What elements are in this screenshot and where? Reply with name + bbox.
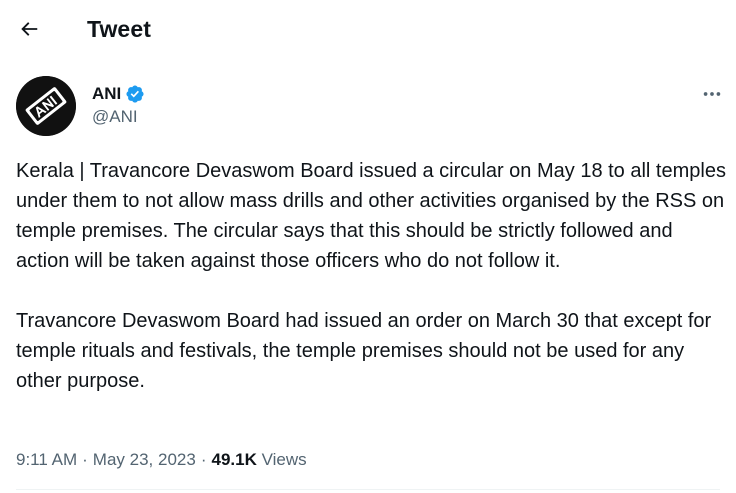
tweet-time[interactable]: 9:11 AM (16, 450, 77, 469)
more-dots-icon (703, 92, 721, 96)
tweet-text: Kerala | Travancore Devaswom Board issue… (16, 156, 728, 396)
author-row: ANI (92, 82, 145, 106)
tweet-paragraph: Kerala | Travancore Devaswom Board issue… (16, 160, 726, 272)
tweet-paragraph: Travancore Devaswom Board had issued an … (16, 310, 712, 392)
meta-separator: · (82, 450, 88, 469)
views-count: 49.1K (211, 450, 257, 469)
tweet-date[interactable]: May 23, 2023 (93, 450, 196, 469)
page-title: Tweet (87, 16, 151, 42)
author-handle[interactable]: @ANI (92, 106, 138, 128)
ani-logo-icon (16, 76, 76, 136)
avatar[interactable] (16, 76, 76, 136)
more-options-button[interactable] (697, 82, 727, 106)
tweet-meta: 9:11 AM · May 23, 2023 · 49.1K Views (16, 448, 307, 472)
views-label: Views (261, 450, 307, 469)
back-button[interactable] (14, 14, 44, 44)
divider (16, 489, 720, 490)
arrow-left-icon (21, 22, 38, 36)
top-bar: Tweet (0, 0, 736, 58)
meta-separator: · (200, 450, 207, 469)
verified-badge-icon (126, 85, 144, 103)
author-name[interactable]: ANI (92, 83, 121, 105)
